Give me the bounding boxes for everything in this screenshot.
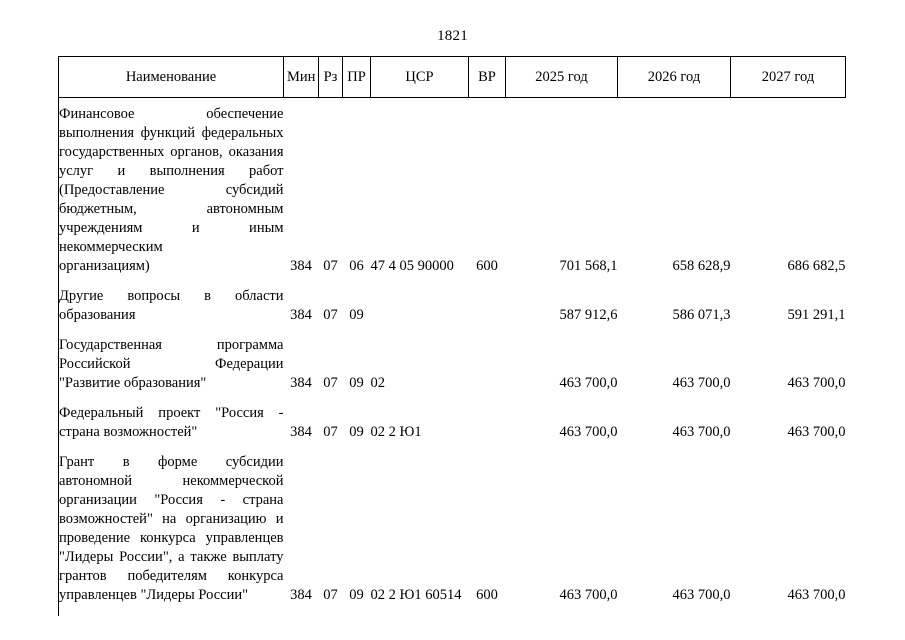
table-header-row: Наименование Мин Рз ПР ЦСР ВР 2025 год 2… (58, 56, 846, 98)
cell-y2027: 463 700,0 (787, 375, 846, 391)
table-row: Другие вопросы в области образования 384… (58, 287, 846, 325)
cell-csr: 02 2 Ю1 (370, 424, 422, 440)
cell-csr: 47 4 05 90000 (370, 258, 454, 274)
cell-y2026: 463 700,0 (672, 587, 731, 603)
cell-pr: 09 (349, 375, 364, 391)
row-spacer (58, 276, 846, 287)
cell-pr: 09 (349, 307, 364, 323)
cell-y2027: 463 700,0 (787, 587, 846, 603)
column-header-name: Наименование (58, 56, 284, 98)
cell-name-last-line: "Развитие образования" (59, 375, 207, 391)
cell-name-last-line: управленцев "Лидеры России" (59, 587, 249, 603)
column-header-csr: ЦСР (370, 56, 469, 98)
cell-name-last-line: страна возможностей" (59, 424, 198, 440)
cell-vr (469, 336, 506, 393)
cell-name: Федеральный проект "Россия - страна возм… (58, 404, 284, 442)
cell-y2025: 463 700,0 (559, 375, 618, 391)
cell-y2027: 591 291,1 (787, 307, 846, 323)
row-spacer (58, 325, 846, 336)
cell-csr: 02 (370, 375, 386, 391)
cell-y2026: 463 700,0 (672, 424, 731, 440)
row-spacer-cell (58, 97, 846, 105)
table-row: Государственная программа Российской Фед… (58, 336, 846, 393)
row-spacer (58, 393, 846, 404)
table-row: Федеральный проект "Россия - страна возм… (58, 404, 846, 442)
cell-rz: 07 (323, 258, 338, 274)
cell-name-text: Федеральный проект "Россия - (59, 405, 284, 421)
cell-name-last-line: образования (59, 307, 136, 323)
budget-table: Наименование Мин Рз ПР ЦСР ВР 2025 год 2… (58, 56, 846, 616)
column-header-min: Мин (283, 56, 319, 98)
column-header-y2025: 2025 год (505, 56, 618, 98)
cell-y2026: 586 071,3 (672, 307, 731, 323)
cell-rz: 07 (323, 424, 338, 440)
column-header-y2026: 2026 год (617, 56, 731, 98)
cell-name-text: Грант в форме субсидии автономной некомм… (59, 454, 284, 584)
cell-min: 384 (290, 424, 312, 440)
table-row: Грант в форме субсидии автономной некомм… (58, 453, 846, 605)
cell-csr (371, 287, 469, 325)
cell-vr (469, 287, 506, 325)
row-spacer-cell (58, 276, 846, 287)
cell-vr (469, 404, 506, 442)
cell-rz: 07 (323, 375, 338, 391)
cell-y2026: 658 628,9 (672, 258, 731, 274)
cell-csr: 02 2 Ю1 60514 (370, 587, 462, 603)
row-spacer (58, 442, 846, 453)
table-body: Финансовое обеспечение выполнения функци… (58, 97, 846, 616)
table-row: Финансовое обеспечение выполнения функци… (58, 105, 846, 276)
cell-name: Финансовое обеспечение выполнения функци… (58, 105, 284, 276)
budget-table-container: Наименование Мин Рз ПР ЦСР ВР 2025 год 2… (58, 56, 846, 616)
cell-vr: 600 (476, 258, 498, 274)
column-header-vr: ВР (468, 56, 506, 98)
row-spacer-cell (58, 442, 846, 453)
row-spacer (58, 97, 846, 105)
cell-name: Другие вопросы в области образования (58, 287, 284, 325)
column-header-y2027: 2027 год (730, 56, 846, 98)
row-spacer-cell (58, 393, 846, 404)
cell-min: 384 (290, 375, 312, 391)
table-header: Наименование Мин Рз ПР ЦСР ВР 2025 год 2… (58, 56, 846, 98)
cell-y2025: 587 912,6 (559, 307, 618, 323)
cell-name: Грант в форме субсидии автономной некомм… (58, 453, 284, 605)
row-spacer (58, 605, 846, 616)
cell-name-text: Государственная программа Российской Фед… (59, 337, 284, 372)
cell-name: Государственная программа Российской Фед… (58, 336, 284, 393)
cell-name-last-line: организациям) (59, 258, 150, 274)
cell-name-text: Финансовое обеспечение выполнения функци… (59, 106, 284, 255)
row-spacer-cell (58, 605, 846, 616)
cell-pr: 09 (349, 587, 364, 603)
column-header-rz: Рз (318, 56, 343, 98)
cell-min: 384 (290, 258, 312, 274)
column-header-pr: ПР (342, 56, 371, 98)
cell-rz: 07 (323, 307, 338, 323)
cell-rz: 07 (323, 587, 338, 603)
cell-y2026: 463 700,0 (672, 375, 731, 391)
cell-y2025: 463 700,0 (559, 424, 618, 440)
cell-y2027: 463 700,0 (787, 424, 846, 440)
row-spacer-cell (58, 325, 846, 336)
cell-min: 384 (290, 587, 312, 603)
cell-y2027: 686 682,5 (787, 258, 846, 274)
cell-y2025: 463 700,0 (559, 587, 618, 603)
cell-vr: 600 (476, 587, 498, 603)
cell-min: 384 (290, 307, 312, 323)
page-number: 1821 (437, 28, 468, 44)
cell-pr: 06 (349, 258, 364, 274)
cell-y2025: 701 568,1 (559, 258, 618, 274)
cell-name-text: Другие вопросы в области (59, 288, 284, 304)
cell-pr: 09 (349, 424, 364, 440)
